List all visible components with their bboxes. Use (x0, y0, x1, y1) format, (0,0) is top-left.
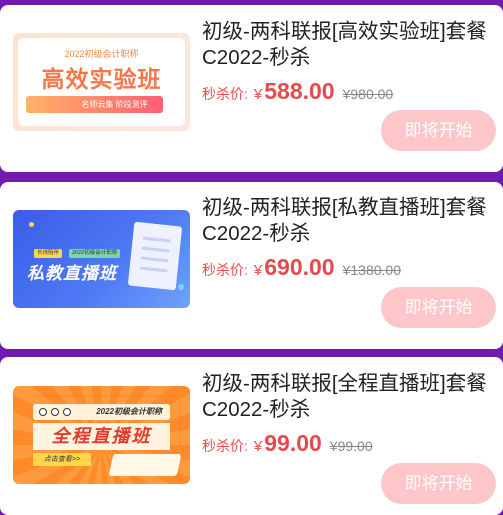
product-title[interactable]: 初级-两科联报[全程直播班]套餐C2022-秒杀 (202, 371, 493, 423)
original-price: ¥1380.00 (342, 262, 401, 278)
coming-soon-button[interactable]: 即将开始 (381, 287, 496, 328)
sale-price: 99.00 (264, 430, 322, 456)
product-thumbnail[interactable]: 2022初级会计职称 高效实验班 名师云集 阶段测评 (13, 33, 190, 131)
product-thumbnail[interactable]: 长线陪伴 2022初级会计职称 私教直播班 (13, 210, 190, 308)
sale-price: 588.00 (264, 78, 335, 104)
thumbnail-tagline: 名师云集 阶段测评 (81, 100, 148, 109)
thumbnail-tagline-bar: 名师云集 阶段测评 (26, 96, 163, 113)
thumbnail-cta: 点击查看>> (33, 453, 91, 466)
thumbnail-headline: 私教直播班 (27, 264, 117, 283)
original-price: ¥980.00 (342, 86, 394, 102)
thumbnail-tag: 2022初级会计职称 (69, 249, 121, 258)
checklist-illustration (127, 221, 183, 291)
price-row: 秒杀价: ¥ 99.00 ¥99.00 (202, 430, 373, 456)
thumbnail-headline: 全程直播班 (51, 426, 152, 446)
thumbnail-tag: 长线陪伴 (34, 249, 63, 258)
thumbnail-headline: 高效实验班 (41, 66, 162, 92)
coming-soon-button[interactable]: 即将开始 (381, 463, 496, 504)
price-label: 秒杀价: (202, 86, 248, 102)
price-label: 秒杀价: (202, 262, 248, 278)
thumbnail-top-bar: 2022初级会计职称 (33, 404, 170, 420)
currency-symbol: ¥ (253, 262, 263, 279)
thumbnail-banner: 全程直播班 (33, 423, 170, 450)
decorative-dot (29, 222, 34, 227)
currency-symbol: ¥ (253, 438, 263, 455)
thumbnail-top-label: 2022初级会计职称 (96, 407, 162, 416)
thumbnail-subtitle: 2022初级会计职称 (64, 49, 139, 59)
product-card[interactable]: 长线陪伴 2022初级会计职称 私教直播班 初级-两科联报[私教直播班]套餐C2… (0, 182, 503, 349)
currency-symbol: ¥ (253, 86, 263, 103)
price-row: 秒杀价: ¥ 588.00 ¥980.00 (202, 78, 393, 104)
coming-soon-button[interactable]: 即将开始 (381, 110, 496, 151)
price-label: 秒杀价: (202, 438, 248, 454)
decorative-dot (178, 284, 184, 290)
product-title[interactable]: 初级-两科联报[私教直播班]套餐C2022-秒杀 (202, 195, 493, 247)
product-thumbnail[interactable]: 2022初级会计职称 全程直播班 点击查看>> (13, 386, 190, 484)
original-price: ¥99.00 (329, 438, 373, 454)
product-title[interactable]: 初级-两科联报[高效实验班]套餐C2022-秒杀 (202, 19, 493, 71)
price-row: 秒杀价: ¥ 690.00 ¥1380.00 (202, 254, 401, 280)
product-card[interactable]: 2022初级会计职称 高效实验班 名师云集 阶段测评 初级-两科联报[高效实验班… (0, 5, 503, 172)
product-card[interactable]: 2022初级会计职称 全程直播班 点击查看>> 初级-两科联报[全程直播班]套餐… (0, 357, 503, 515)
thumbnail-panel: 2022初级会计职称 高效实验班 名师云集 阶段测评 (18, 38, 185, 126)
book-illustration (108, 454, 182, 476)
sale-price: 690.00 (264, 254, 335, 280)
